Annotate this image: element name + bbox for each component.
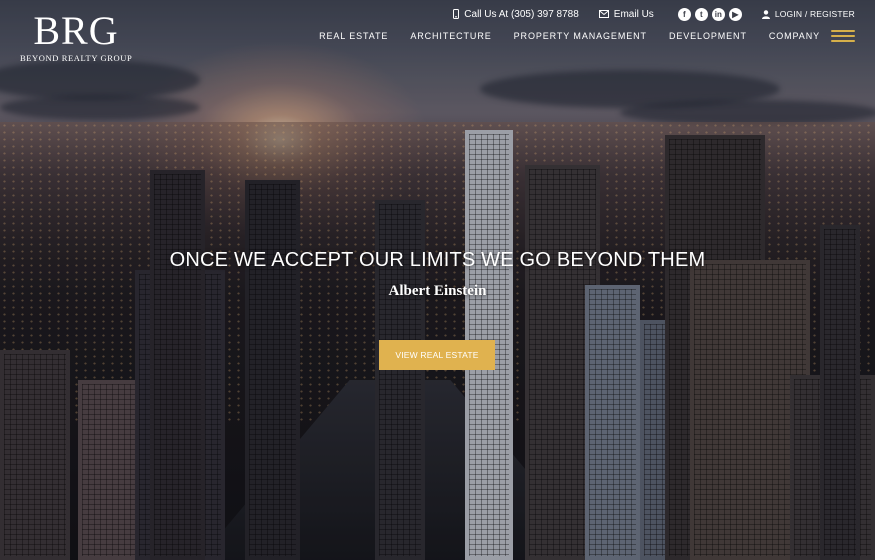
login-label: LOGIN / REGISTER (774, 9, 855, 19)
hero-author: Albert Einstein (388, 283, 487, 299)
phone-label: Call Us At (305) 397 8788 (464, 8, 579, 20)
hero-background (0, 0, 875, 560)
nav-item-property-management[interactable]: PROPERTY MANAGEMENT (514, 31, 647, 41)
hero-quote: ONCE WE ACCEPT OUR LIMITS WE GO BEYOND T… (169, 249, 706, 271)
menu-line (831, 35, 855, 37)
user-icon (761, 9, 770, 19)
nav-item-company[interactable]: COMPANY (769, 31, 820, 41)
youtube-icon[interactable]: ▶ (728, 7, 742, 21)
nav-item-real-estate[interactable]: REAL ESTATE (319, 31, 388, 41)
brand-logo[interactable]: BRG BEYOND REALTY GROUP (20, 8, 133, 64)
menu-line (831, 40, 855, 42)
social-links: f t in ▶ (674, 7, 742, 21)
email-link[interactable]: Email Us (598, 8, 654, 20)
main-nav: REAL ESTATE ARCHITECTURE PROPERTY MANAGE… (319, 30, 855, 42)
logo-mark: BRG (33, 8, 119, 53)
login-register-link[interactable]: LOGIN / REGISTER (761, 9, 855, 19)
nav-item-architecture[interactable]: ARCHITECTURE (410, 31, 491, 41)
email-label: Email Us (613, 8, 654, 20)
logo-subtitle: BEYOND REALTY GROUP (20, 53, 133, 63)
view-real-estate-button[interactable]: VIEW REAL ESTATE (379, 340, 495, 370)
nav-item-development[interactable]: DEVELOPMENT (669, 31, 747, 41)
dark-overlay (0, 0, 875, 560)
facebook-icon[interactable]: f (677, 7, 691, 21)
phone-icon (453, 9, 460, 19)
top-bar: Call Us At (305) 397 8788 Email Us f t i… (433, 7, 855, 21)
envelope-icon (598, 10, 609, 18)
linkedin-icon[interactable]: in (711, 7, 725, 21)
menu-line (831, 30, 855, 32)
phone-link[interactable]: Call Us At (305) 397 8788 (453, 9, 579, 20)
menu-icon[interactable] (831, 30, 855, 42)
twitter-icon[interactable]: t (694, 7, 708, 21)
